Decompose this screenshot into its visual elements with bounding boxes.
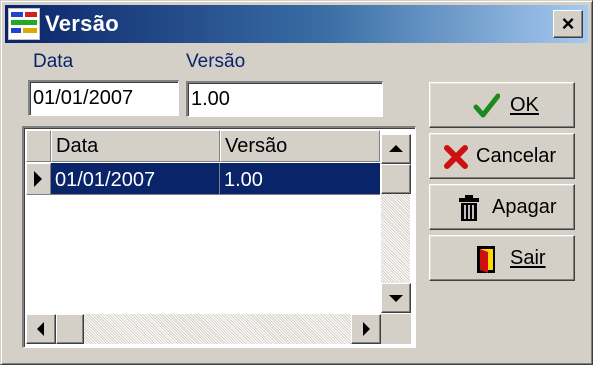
arrow-up-icon: [389, 145, 403, 152]
close-icon: ×: [561, 11, 575, 36]
version-dialog: Versão × Data Versão 01/01/2007 1.00 Dat…: [0, 0, 593, 365]
horizontal-scroll-thumb[interactable]: [56, 314, 84, 344]
cancelar-button[interactable]: Cancelar: [429, 133, 575, 179]
table-cell-versao[interactable]: 1.00: [220, 163, 380, 195]
row-pointer-icon: [34, 171, 42, 187]
versao-field[interactable]: 1.00: [186, 81, 383, 117]
apagar-button[interactable]: Apagar: [429, 184, 575, 230]
arrow-right-icon: [363, 322, 370, 336]
scroll-down-button[interactable]: [381, 283, 411, 313]
scroll-right-button[interactable]: [351, 314, 381, 344]
ok-label: OK: [510, 94, 539, 116]
ok-button[interactable]: OK: [429, 82, 575, 128]
apagar-label: Apagar: [492, 196, 557, 218]
close-button[interactable]: ×: [553, 10, 583, 38]
column-header-versao[interactable]: Versão: [220, 130, 380, 162]
check-icon: [473, 93, 500, 118]
title-bar[interactable]: Versão ×: [5, 5, 588, 43]
data-label: Data: [33, 51, 74, 72]
scroll-up-button[interactable]: [381, 134, 411, 164]
versao-label: Versão: [186, 51, 246, 72]
sair-label: Sair: [510, 247, 546, 269]
table-cell-data[interactable]: 01/01/2007: [51, 163, 220, 195]
grid-corner-header: [26, 130, 51, 162]
arrow-down-icon: [389, 295, 403, 302]
vertical-scroll-thumb[interactable]: [381, 164, 411, 194]
row-indicator: [26, 163, 51, 195]
data-field[interactable]: 01/01/2007: [28, 80, 179, 116]
app-icon: [8, 8, 40, 40]
cancelar-label: Cancelar: [476, 145, 557, 167]
column-header-data[interactable]: Data: [51, 130, 220, 162]
window-title: Versão: [45, 11, 119, 36]
trash-icon: [459, 195, 479, 221]
x-cancel-icon: [444, 145, 468, 169]
horizontal-scrollbar-track[interactable]: [84, 314, 351, 344]
sair-button[interactable]: Sair: [429, 235, 575, 281]
scroll-left-button[interactable]: [26, 314, 56, 344]
versions-grid[interactable]: Data Versão 01/01/2007 1.00: [22, 126, 416, 348]
scrollbar-corner: [381, 314, 411, 344]
exit-door-icon: [477, 246, 495, 273]
arrow-left-icon: [37, 322, 44, 336]
